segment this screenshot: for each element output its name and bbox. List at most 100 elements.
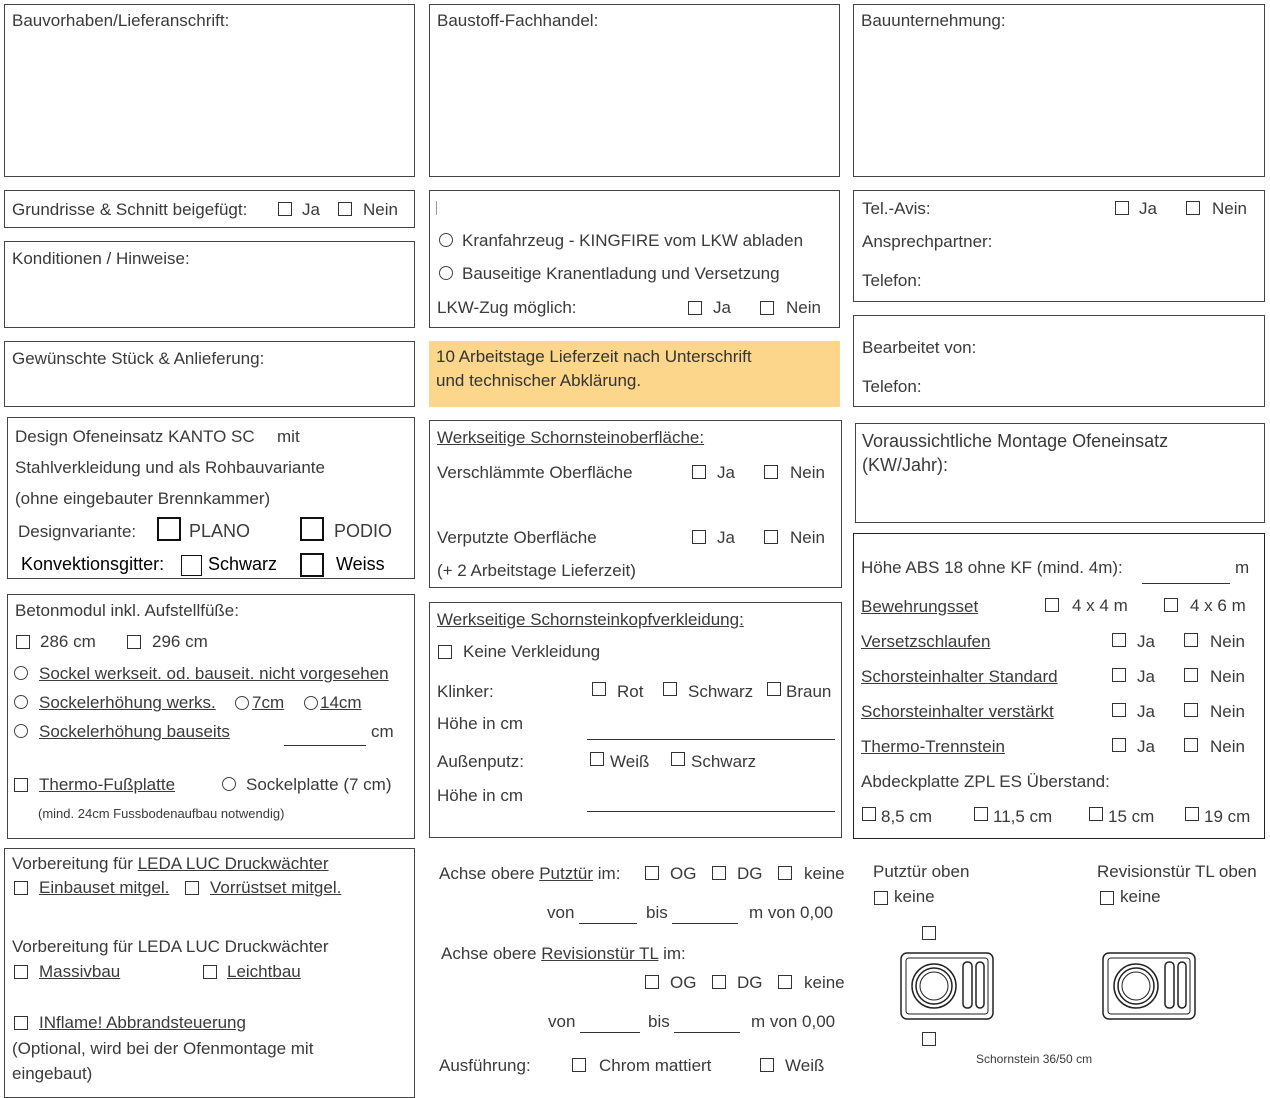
lkw-nein-label: Nein	[786, 298, 821, 317]
aussenputz-hoehe-input-line[interactable]	[587, 811, 835, 812]
podio-checkbox[interactable]	[300, 517, 324, 541]
versetzschlaufen-nein-checkbox[interactable]	[1184, 633, 1198, 647]
grundrisse-nein-checkbox[interactable]	[338, 202, 352, 216]
versetzschlaufen-ja-checkbox[interactable]	[1112, 633, 1126, 647]
chimney1-bottom-checkbox[interactable]	[922, 1032, 936, 1046]
size-85-checkbox[interactable]	[862, 807, 876, 821]
thermo-fussplatte-checkbox[interactable]	[14, 778, 28, 792]
designvariante-label: Designvariante:	[18, 522, 137, 541]
putztuer-von-input[interactable]	[579, 923, 637, 924]
opt14-radio[interactable]	[304, 696, 318, 710]
verschlaemmt-nein-checkbox[interactable]	[764, 465, 778, 479]
revision-achse-pre: Achse obere	[441, 944, 542, 963]
baustoff-box[interactable]: Baustoff-Fachhandel:	[429, 4, 840, 177]
thermo-trennstein-ja-checkbox[interactable]	[1112, 738, 1126, 752]
revision-bis-input[interactable]	[674, 1032, 740, 1033]
revision-keine-checkbox[interactable]	[778, 975, 792, 989]
massivbau-checkbox[interactable]	[14, 965, 28, 979]
bewehrung-4x6-checkbox[interactable]	[1164, 598, 1178, 612]
design-line1: Design Ofeneinsatz KANTO SC	[15, 427, 255, 446]
verputzt-ja-checkbox[interactable]	[692, 530, 706, 544]
ausfuehrung-weiss-checkbox[interactable]	[760, 1058, 774, 1072]
halter-standard-ja-checkbox[interactable]	[1112, 668, 1126, 682]
baustoff-label: Baustoff-Fachhandel:	[437, 11, 599, 30]
sockel-bauseits-input-line[interactable]	[284, 745, 366, 746]
sockel-werks-radio[interactable]	[14, 695, 28, 709]
bewehrung-4x4-checkbox[interactable]	[1045, 598, 1059, 612]
putztuer-dg-checkbox[interactable]	[712, 866, 726, 880]
bauvorhaben-label: Bauvorhaben/Lieferanschrift:	[12, 11, 230, 30]
hoehe-input-line[interactable]	[1142, 583, 1230, 584]
chimney1-top-checkbox[interactable]	[922, 926, 936, 940]
putztuer-achse-link[interactable]: Putztür	[539, 864, 593, 883]
lkw-label: LKW-Zug möglich:	[437, 298, 577, 317]
klinker-rot-checkbox[interactable]	[592, 682, 606, 696]
thermo-trennstein-nein-checkbox[interactable]	[1184, 738, 1198, 752]
tel-avis-ja-label: Ja	[1139, 199, 1157, 218]
klinker-hoehe-input-line[interactable]	[587, 739, 835, 740]
verputzt-label: Verputzte Oberfläche	[437, 528, 597, 547]
inflame-label: INflame! Abbrandsteuerung	[39, 1013, 246, 1032]
bauvorhaben-box[interactable]: Bauvorhaben/Lieferanschrift:	[4, 4, 415, 177]
bauunternehmung-box[interactable]: Bauunternehmung:	[853, 4, 1265, 177]
aussenputz-weiss-checkbox[interactable]	[590, 752, 604, 766]
plano-checkbox[interactable]	[157, 517, 181, 541]
revision-dg-checkbox[interactable]	[712, 975, 726, 989]
putztuer-bis-input[interactable]	[672, 923, 738, 924]
sockelplatte-label: Sockelplatte (7 cm)	[246, 775, 392, 794]
klinker-schwarz-checkbox[interactable]	[663, 682, 677, 696]
putztuer-og-checkbox[interactable]	[645, 866, 659, 880]
verputzt-nein-checkbox[interactable]	[764, 530, 778, 544]
grundrisse-ja-checkbox[interactable]	[278, 202, 292, 216]
einbauset-checkbox[interactable]	[14, 881, 28, 895]
putztuer-keine-checkbox[interactable]	[778, 866, 792, 880]
leda-title1-link[interactable]: LEDA LUC Druckwächter	[138, 854, 329, 873]
klinker-schwarz-label: Schwarz	[688, 682, 754, 701]
gewuenschte-box[interactable]: Gewünschte Stück & Anlieferung:	[4, 341, 415, 407]
konditionen-box[interactable]: Konditionen / Hinweise:	[4, 241, 415, 328]
leda-title1: Vorbereitung für LEDA LUC Druckwächter	[12, 854, 329, 874]
aussenputz-schwarz-checkbox[interactable]	[671, 752, 685, 766]
keine-verkleidung-checkbox[interactable]	[438, 645, 452, 659]
konvektion-schwarz-checkbox[interactable]	[181, 555, 202, 576]
halter-verstaerkt-nein-checkbox[interactable]	[1184, 703, 1198, 717]
sockel-bauseits-radio[interactable]	[14, 724, 28, 738]
lkw-nein-checkbox[interactable]	[760, 301, 774, 315]
leichtbau-checkbox[interactable]	[203, 965, 217, 979]
size-15-checkbox[interactable]	[1089, 807, 1103, 821]
putztuer-oben-keine-checkbox[interactable]	[874, 891, 888, 905]
lkw-ja-checkbox[interactable]	[688, 301, 702, 315]
thermo-trennstein-ja-label: Ja	[1137, 737, 1155, 756]
klinker-braun-checkbox[interactable]	[767, 682, 781, 696]
revision-von-input[interactable]	[580, 1032, 640, 1033]
size-115-checkbox[interactable]	[974, 807, 988, 821]
halter-standard-label: Schorsteinhalter Standard	[861, 667, 1058, 686]
revision-achse-link[interactable]: Revisionstür TL	[541, 944, 658, 963]
sockelplatte-radio[interactable]	[222, 777, 236, 791]
revision-og-checkbox[interactable]	[645, 975, 659, 989]
revision-achse-post: im:	[658, 944, 686, 963]
kran-option1-radio[interactable]	[439, 233, 453, 247]
verschlaemmt-ja-checkbox[interactable]	[692, 465, 706, 479]
revision-achse-label: Achse obere Revisionstür TL im:	[441, 944, 686, 964]
montage-box[interactable]: Voraussichtliche Montage Ofeneinsatz (KW…	[855, 423, 1265, 523]
size-19-checkbox[interactable]	[1185, 807, 1199, 821]
halter-standard-nein-checkbox[interactable]	[1184, 668, 1198, 682]
kran-option2-radio[interactable]	[439, 266, 453, 280]
revision-oben-label: Revisionstür TL oben	[1097, 862, 1257, 881]
konvektion-weiss-checkbox[interactable]	[300, 553, 324, 577]
opt286-checkbox[interactable]	[16, 635, 30, 649]
sockel-none-radio[interactable]	[14, 666, 28, 680]
halter-verstaerkt-ja-checkbox[interactable]	[1112, 703, 1126, 717]
chimney-diagram-2	[1102, 952, 1196, 1020]
opt296-checkbox[interactable]	[127, 635, 141, 649]
vorruestset-label: Vorrüstset mitgel.	[210, 878, 342, 897]
tel-avis-ja-checkbox[interactable]	[1115, 201, 1129, 215]
vorruestset-checkbox[interactable]	[185, 881, 199, 895]
inflame-checkbox[interactable]	[14, 1016, 28, 1030]
bearbeitet-box: Bearbeitet von: Telefon:	[853, 315, 1265, 407]
opt7-radio[interactable]	[235, 696, 249, 710]
revision-oben-keine-checkbox[interactable]	[1100, 891, 1114, 905]
chrom-checkbox[interactable]	[572, 1058, 586, 1072]
tel-avis-nein-checkbox[interactable]	[1186, 201, 1200, 215]
